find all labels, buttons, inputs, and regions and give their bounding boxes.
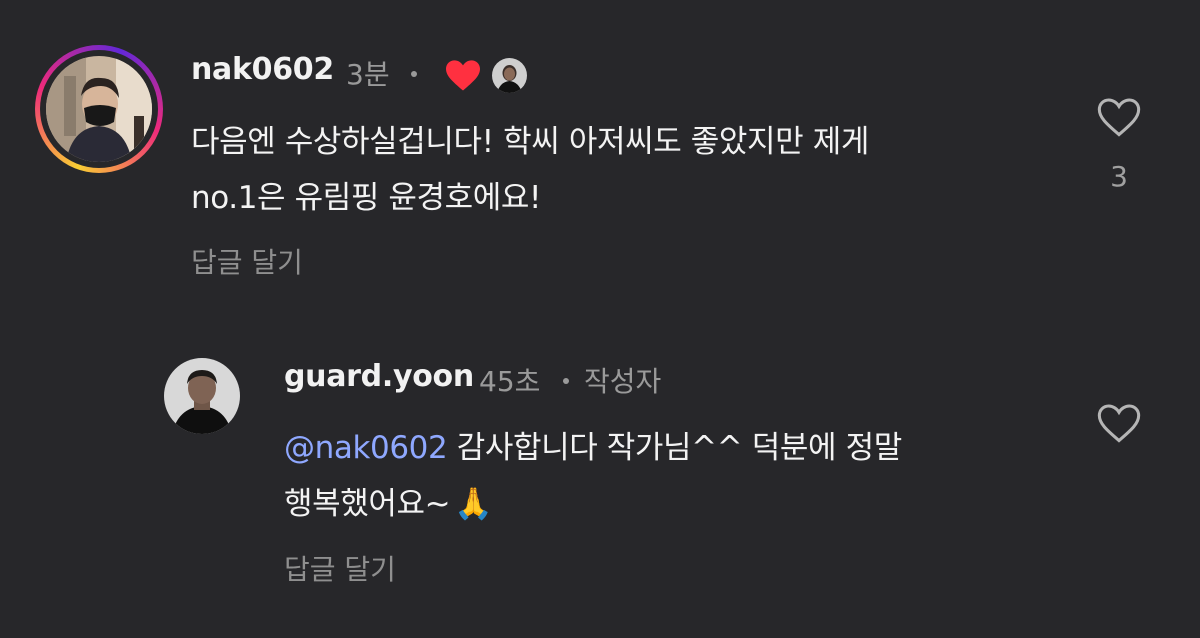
reply-text-line2-text: 행복했어요~ xyxy=(284,486,451,522)
meta-separator xyxy=(411,71,417,77)
reply-button[interactable]: 답글 달기 xyxy=(284,548,396,588)
avatar-guard-yoon[interactable] xyxy=(164,358,240,434)
reply-text-line1: @nak0602 감사합니다 작가님^^ 덕분에 정말 xyxy=(284,420,902,476)
heart-outline-icon xyxy=(1097,404,1141,443)
mention-link[interactable]: @nak0602 xyxy=(284,430,448,466)
comment-username[interactable]: nak0602 xyxy=(191,52,334,87)
like-button[interactable] xyxy=(1096,96,1142,138)
folded-hands-emoji-icon: 🙏 xyxy=(454,486,493,522)
heart-outline-icon xyxy=(1097,98,1141,137)
reply-button[interactable]: 답글 달기 xyxy=(191,241,303,281)
author-badge: 작성자 xyxy=(584,365,662,398)
story-ring[interactable] xyxy=(35,45,163,173)
reply-text-line2: 행복했어요~ 🙏 xyxy=(284,476,493,532)
like-button[interactable] xyxy=(1096,402,1142,444)
reply-timestamp: 45초 xyxy=(479,365,541,398)
comment-text-line1: 다음엔 수상하실겁니다! 학씨 아저씨도 좋았지만 제게 xyxy=(191,124,869,160)
author-liked-heart-icon xyxy=(444,58,482,92)
comment-timestamp: 3분 xyxy=(346,58,390,91)
author-liked-avatar xyxy=(492,58,527,93)
reply-text-rest: 감사합니다 작가님^^ 덕분에 정말 xyxy=(447,430,902,466)
avatar-nak0602 xyxy=(46,56,152,162)
reply-username[interactable]: guard.yoon xyxy=(284,359,474,394)
meta-separator xyxy=(563,378,569,384)
like-count: 3 xyxy=(1110,160,1128,193)
comment-text-line2: no.1은 유림핑 윤경호에요! xyxy=(191,180,542,216)
